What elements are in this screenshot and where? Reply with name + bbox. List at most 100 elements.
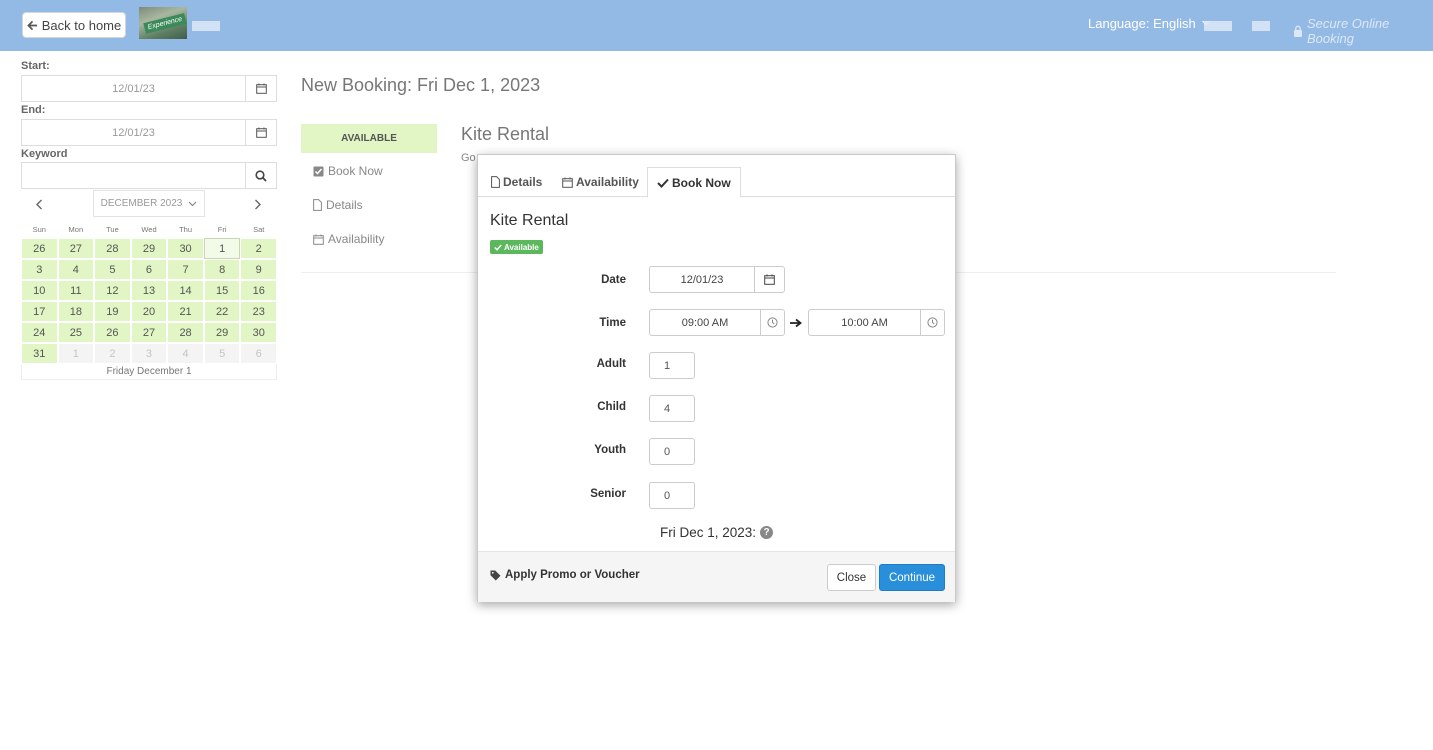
- back-to-home-button[interactable]: Back to home: [22, 12, 126, 38]
- selected-date-label: Friday December 1: [21, 364, 277, 380]
- calendar-day[interactable]: 28: [94, 238, 131, 259]
- apply-promo-label: Apply Promo or Voucher: [505, 569, 640, 581]
- senior-quantity-input[interactable]: 0: [649, 482, 695, 509]
- details-link[interactable]: Details: [313, 198, 363, 212]
- calendar-day[interactable]: 26: [94, 322, 131, 343]
- tab-book-now[interactable]: Book Now: [647, 167, 741, 198]
- booking-date-input[interactable]: 12/01/23: [650, 267, 754, 292]
- calendar-day[interactable]: 30: [240, 322, 277, 343]
- calendar-day[interactable]: 6: [240, 343, 277, 364]
- calendar-day[interactable]: 22: [203, 301, 241, 322]
- chevron-left-icon[interactable]: [30, 195, 48, 213]
- availability-link[interactable]: Availability: [313, 232, 384, 246]
- month-select[interactable]: DECEMBER 2023: [93, 190, 205, 217]
- clock-icon[interactable]: [920, 310, 944, 335]
- calendar-day[interactable]: 15: [203, 280, 241, 301]
- question-circle-icon[interactable]: ?: [760, 526, 774, 539]
- calendar-day-selected[interactable]: 1: [203, 238, 241, 259]
- calendar-day[interactable]: 30: [167, 238, 204, 259]
- calendar-day[interactable]: 29: [203, 322, 241, 343]
- calendar-day[interactable]: 4: [57, 259, 95, 280]
- time-label: Time: [599, 317, 626, 329]
- details-link-label: Details: [326, 198, 363, 212]
- calendar-day[interactable]: 27: [57, 238, 95, 259]
- logo-sign-text: Experience: [143, 13, 187, 34]
- check-icon: [494, 244, 502, 251]
- calendar-day[interactable]: 26: [21, 238, 58, 259]
- calendar-day[interactable]: 16: [240, 280, 277, 301]
- brand-logo[interactable]: Experience: [139, 7, 187, 39]
- calendar-day[interactable]: 20: [130, 301, 168, 322]
- keyword-group: [21, 162, 277, 189]
- calendar-day[interactable]: 13: [130, 280, 168, 301]
- language-selector[interactable]: Language: English: [1088, 16, 1210, 31]
- youth-quantity-input[interactable]: 0: [649, 438, 695, 465]
- calendar-day[interactable]: 8: [203, 259, 241, 280]
- redacted-nav-item[interactable]: [1204, 21, 1232, 31]
- calendar-day[interactable]: 12: [94, 280, 131, 301]
- chevron-right-icon[interactable]: [249, 195, 267, 213]
- keyword-input[interactable]: [22, 163, 245, 188]
- calendar-day[interactable]: 19: [94, 301, 131, 322]
- end-label: End:: [21, 104, 46, 116]
- calendar-day[interactable]: 17: [21, 301, 58, 322]
- child-label: Child: [597, 401, 626, 413]
- weekday-label: Tue: [106, 224, 119, 234]
- weekday-label: Mon: [68, 224, 84, 234]
- calendar-day[interactable]: 27: [130, 322, 168, 343]
- adult-quantity-input[interactable]: 1: [649, 352, 695, 379]
- calendar-day[interactable]: 24: [21, 322, 58, 343]
- close-button[interactable]: Close: [827, 564, 876, 591]
- calendar-day[interactable]: 4: [167, 343, 204, 364]
- apply-promo-link[interactable]: Apply Promo or Voucher: [490, 569, 640, 581]
- calendar-day[interactable]: 28: [167, 322, 204, 343]
- calendar-days-grid: 26 27 28 29 30 1 2 3 4 5 6 7 8 9 10 11 12 13 14 15 16 17 18 19 2…: [21, 238, 277, 364]
- continue-button[interactable]: Continue: [879, 564, 945, 591]
- calendar-day[interactable]: 1: [57, 343, 95, 364]
- start-time-input[interactable]: 09:00 AM: [650, 310, 760, 335]
- chevron-down-icon: [188, 201, 197, 207]
- calendar-day[interactable]: 10: [21, 280, 58, 301]
- calendar-day[interactable]: 29: [130, 238, 168, 259]
- redacted-nav-item[interactable]: [1252, 21, 1270, 31]
- tab-availability[interactable]: Availability: [553, 167, 648, 197]
- calendar-day[interactable]: 21: [167, 301, 204, 322]
- search-icon[interactable]: [245, 163, 276, 188]
- clock-icon[interactable]: [760, 310, 784, 335]
- page-title: New Booking: Fri Dec 1, 2023: [301, 75, 541, 95]
- tab-details[interactable]: Details: [482, 167, 551, 197]
- tag-icon: [490, 570, 501, 581]
- calendar-day[interactable]: 18: [57, 301, 95, 322]
- end-time-input[interactable]: 10:00 AM: [809, 310, 920, 335]
- calendar-icon[interactable]: [245, 76, 276, 101]
- adult-label: Adult: [596, 358, 626, 370]
- calendar-icon[interactable]: [754, 267, 784, 292]
- start-label: Start:: [21, 60, 50, 72]
- calendar-day[interactable]: 3: [130, 343, 168, 364]
- calendar-day[interactable]: 2: [94, 343, 131, 364]
- secure-booking-notice: Secure Online Booking: [1293, 16, 1433, 46]
- weekday-label: Sat: [253, 224, 265, 234]
- calendar-day[interactable]: 23: [240, 301, 277, 322]
- calendar-day[interactable]: 25: [57, 322, 95, 343]
- calendar-day[interactable]: 7: [167, 259, 204, 280]
- calendar-day[interactable]: 9: [240, 259, 277, 280]
- check-square-icon: [313, 166, 324, 177]
- calendar-day[interactable]: 14: [167, 280, 204, 301]
- calendar-icon[interactable]: [245, 120, 276, 145]
- calendar-icon: [562, 177, 573, 188]
- end-date-input[interactable]: 12/01/23: [22, 120, 245, 145]
- top-bar: Back to home Experience Language: Englis…: [0, 0, 1433, 51]
- start-time-group: 09:00 AM: [649, 309, 785, 336]
- calendar-day[interactable]: 2: [240, 238, 277, 259]
- calendar-day[interactable]: 6: [130, 259, 168, 280]
- calendar-day[interactable]: 3: [21, 259, 58, 280]
- book-now-link[interactable]: Book Now: [313, 164, 383, 178]
- calendar-day[interactable]: 11: [57, 280, 95, 301]
- calendar-header: DECEMBER 2023: [21, 190, 277, 217]
- calendar-day[interactable]: 5: [203, 343, 241, 364]
- child-quantity-input[interactable]: 4: [649, 395, 695, 422]
- calendar-day[interactable]: 5: [94, 259, 131, 280]
- calendar-day[interactable]: 31: [21, 343, 58, 364]
- start-date-input[interactable]: 12/01/23: [22, 76, 245, 101]
